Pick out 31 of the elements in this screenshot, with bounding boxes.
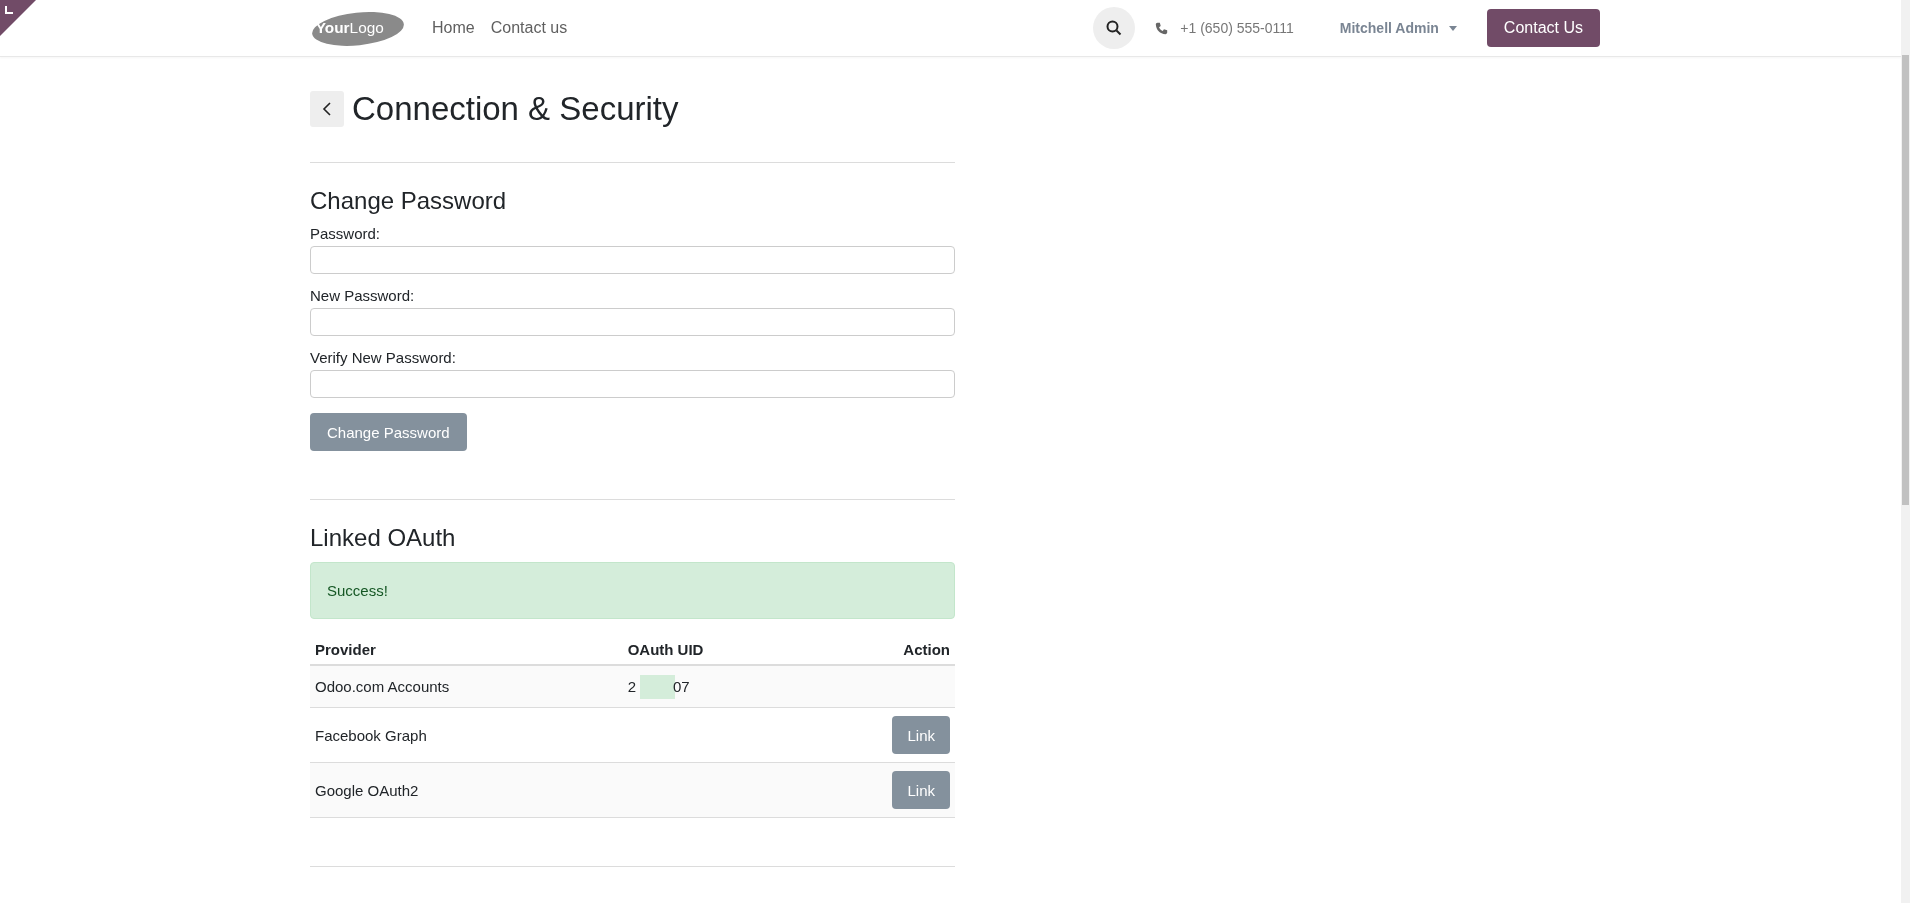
redaction-mark bbox=[639, 674, 675, 699]
search-icon bbox=[1106, 20, 1123, 36]
change-password-button[interactable]: Change Password bbox=[310, 413, 467, 451]
scrollbar[interactable] bbox=[1901, 0, 1910, 903]
caret-icon bbox=[1448, 25, 1457, 31]
password-field[interactable] bbox=[310, 246, 955, 274]
link-button[interactable]: Link bbox=[892, 716, 950, 754]
user-menu[interactable]: Mitchell Admin bbox=[1333, 19, 1463, 37]
contact-us-button[interactable]: Contact Us bbox=[1486, 9, 1600, 47]
search-button[interactable] bbox=[1093, 7, 1136, 49]
table-cell: Google OAuth2 bbox=[310, 762, 623, 818]
nav-link[interactable]: Contact us bbox=[490, 19, 568, 37]
back-button[interactable] bbox=[310, 91, 344, 127]
password-field[interactable] bbox=[310, 370, 955, 398]
password-field[interactable] bbox=[310, 308, 955, 336]
nav-link[interactable]: Home bbox=[432, 19, 475, 37]
section-heading: Linked OAuth bbox=[310, 524, 457, 552]
chevron-left-icon bbox=[322, 102, 332, 116]
field-label: Verify New Password: bbox=[310, 349, 457, 366]
phone-number: +1 (650) 555-0111 bbox=[1180, 20, 1294, 36]
field-label: Password: bbox=[310, 225, 382, 242]
field-label: New Password: bbox=[310, 287, 416, 304]
table-cell: Odoo.com Accounts bbox=[310, 665, 623, 708]
link-button[interactable]: Link bbox=[892, 771, 950, 809]
corner-badge[interactable] bbox=[0, 0, 36, 36]
uid-cell: 2 07 bbox=[627, 674, 690, 699]
section-heading: Change Password bbox=[310, 187, 508, 215]
table-cell: Facebook Graph bbox=[310, 707, 623, 763]
phone-icon bbox=[1155, 21, 1169, 35]
page-title: Connection & Security bbox=[352, 90, 679, 128]
success-alert: Success! bbox=[310, 562, 955, 619]
